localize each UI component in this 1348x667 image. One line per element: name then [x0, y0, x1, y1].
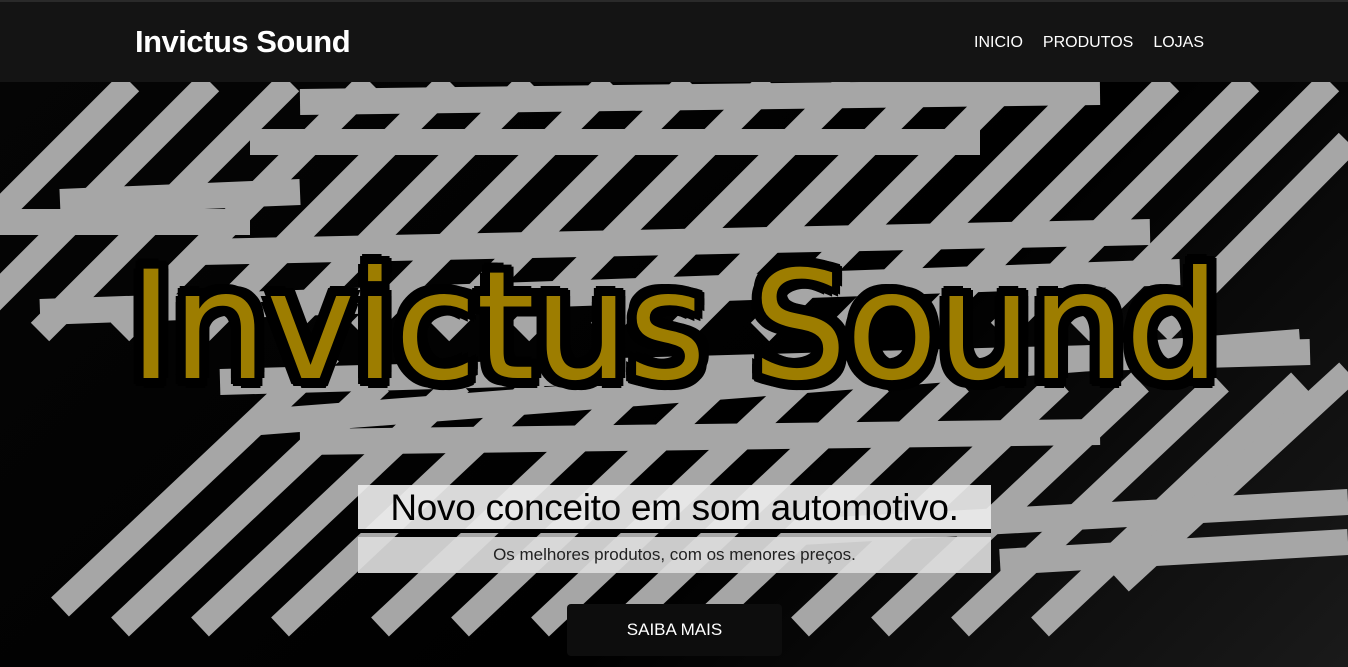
- hero-subtitle-box: Novo conceito em som automotivo.: [358, 485, 991, 533]
- hero-subtitle: Novo conceito em som automotivo.: [390, 487, 959, 528]
- main-nav: INICIO PRODUTOS LOJAS: [974, 33, 1204, 53]
- saiba-mais-button[interactable]: SAIBA MAIS: [567, 604, 782, 656]
- hero-title: Invictus Sound: [128, 240, 1220, 414]
- hero-tagline-box: Os melhores produtos, com os menores pre…: [358, 537, 991, 573]
- nav-link-lojas[interactable]: LOJAS: [1153, 33, 1204, 53]
- hero-section: Invictus Sound Novo conceito em som auto…: [0, 82, 1348, 667]
- nav-link-produtos[interactable]: PRODUTOS: [1043, 33, 1133, 53]
- brand-logo[interactable]: Invictus Sound: [135, 24, 351, 60]
- top-navbar: Invictus Sound INICIO PRODUTOS LOJAS: [0, 0, 1348, 82]
- hero-tagline: Os melhores produtos, com os menores pre…: [493, 545, 856, 564]
- nav-link-inicio[interactable]: INICIO: [974, 33, 1023, 53]
